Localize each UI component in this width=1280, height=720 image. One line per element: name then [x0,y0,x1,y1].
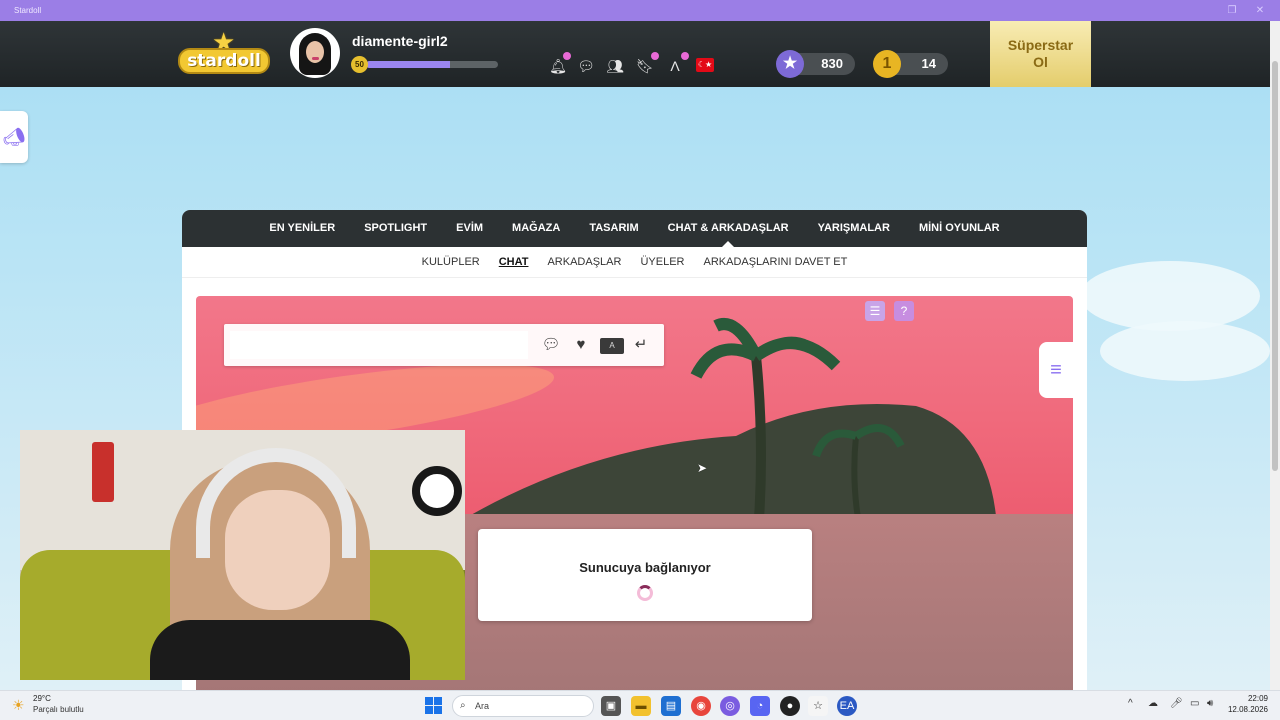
stardollars-value: 830 [821,56,843,71]
webcam-person-shirt [150,620,410,680]
microphone-icon[interactable]: 🎤︎ [1170,698,1183,709]
flag-symbol: ☾★ [697,60,713,69]
level-progress-fill [366,61,451,68]
main-nav: EN YENİLER SPOTLIGHT EVİM MAĞAZA TASARIM CHAT… [182,210,1087,247]
taskbar: ☀ 29°C Parçalı bulutlu ⌕ Ara ▣ ▬ ▤ ◉ ◎ ◔… [0,690,1280,720]
start-tile [434,697,442,705]
main-nav-item[interactable]: CHAT & ARKADAŞLAR [653,210,803,247]
tray-chevron-icon[interactable]: ^ [1128,698,1133,709]
start-tile [425,706,433,714]
window-title: Stardoll [14,6,42,15]
task-view-icon[interactable]: ▣ [601,696,621,716]
main-nav-item[interactable]: SPOTLIGHT [350,210,442,247]
chat-toolbar: 💬︎ ♥ A ↵ [224,324,664,366]
friends-icon[interactable]: 👥︎ [606,57,624,75]
cloud-icon[interactable]: ☁ [1148,698,1158,709]
avatar-lips [312,57,319,60]
ea-app-icon[interactable]: EA [837,696,857,716]
main-nav-item[interactable]: MAĞAZA [498,210,575,247]
weather-icon[interactable]: ☀ [12,697,25,714]
announcement-icon[interactable]: 📣︎ [0,111,28,163]
loading-text: Sunucuya bağlanıyor [579,560,711,575]
avatar[interactable] [290,28,340,78]
windows-start-icon[interactable] [425,697,442,714]
network-icon[interactable]: ▭ [1190,698,1199,709]
main-nav-item[interactable]: MİNİ OYUNLAR [904,210,1014,247]
main-nav-item[interactable]: EVİM [442,210,498,247]
search-icon: ⌕ [460,700,466,711]
weather-description[interactable]: Parçalı bulutlu [33,705,84,714]
page-scrollbar[interactable] [1270,21,1280,690]
notification-dot [563,52,571,60]
close-icon[interactable]: ✕ [1250,0,1270,21]
heart-icon[interactable]: ♥ [570,335,592,355]
scrollbar-thumb[interactable] [1272,61,1278,471]
clock-date[interactable]: 12.08.2026 [1224,705,1268,714]
notification-dot [681,52,689,60]
loading-spinner-icon [637,585,653,601]
chat-input[interactable] [230,331,528,359]
sub-nav-item[interactable]: ARKADAŞLAR [538,256,631,268]
username[interactable]: diamente-girl2 [352,33,448,49]
stardollar-star-icon: ★ [776,50,804,78]
stardoll-app-icon[interactable]: ☆ [808,696,828,716]
keyboard-icon[interactable]: A [600,338,624,354]
bookmark-icon[interactable]: 🔖︎ [636,57,654,75]
start-tile [434,706,442,714]
checklist-icon[interactable]: ☰ [865,301,885,321]
fashion-icon[interactable]: Λ [666,57,684,75]
menu-icon[interactable]: ≡ [1039,342,1073,398]
notification-dot [651,52,659,60]
level-badge: 50 [351,56,368,73]
help-icon[interactable]: ? [894,301,914,321]
sub-nav-item[interactable]: CHAT [489,256,538,268]
chrome-icon[interactable]: ◉ [691,696,711,716]
palm-leaves [690,318,841,379]
main-nav-item[interactable]: YARIŞMALAR [803,210,904,247]
coins-value: 14 [921,56,936,71]
webcam-overlay [20,430,465,680]
discord-icon[interactable]: ◔ [750,696,770,716]
enter-icon[interactable]: ↵ [630,335,652,355]
mouse-cursor-icon: ➤ [697,461,708,475]
sub-nav: KULÜPLER CHAT ARKADAŞLAR ÜYELER ARKADAŞLARIN… [182,247,1087,278]
level-progress-bar [366,61,498,68]
webcam-lantern [92,442,114,502]
file-explorer-icon[interactable]: ▬ [631,696,651,716]
bell-icon[interactable]: 🔔︎ [549,57,567,75]
turkey-flag-icon[interactable]: ☾★ [696,58,714,72]
sub-nav-item[interactable]: ARKADAŞLARINI DAVET ET [694,256,857,268]
logo-text: stardoll [178,48,270,74]
coin-icon: 1 [873,50,901,78]
browser-icon[interactable]: ◎ [720,696,740,716]
window-title-bar: Stardoll [0,0,1280,21]
weather-temperature[interactable]: 29°C [33,694,51,703]
clock-time[interactable]: 22:09 [1244,694,1268,703]
stardoll-logo[interactable]: ★ stardoll [178,29,270,77]
obs-icon[interactable]: ● [780,696,800,716]
site-header: ★ stardoll diamente-girl2 50 🔔︎ 💬︎ 👥︎ 🔖︎… [0,21,1270,87]
taskbar-search[interactable]: ⌕ Ara [452,695,594,717]
loading-dialog: Sunucuya bağlanıyor [478,529,812,621]
search-placeholder: Ara [475,701,490,711]
cloud-decoration [1100,321,1270,381]
main-nav-item[interactable]: TASARIM [575,210,653,247]
webcam-panda-plush [412,466,462,516]
speech-bubble-icon[interactable]: 💬︎ [540,335,562,355]
sub-nav-item[interactable]: KULÜPLER [412,256,489,268]
restore-icon[interactable]: ❐ [1222,0,1242,21]
sub-nav-item[interactable]: ÜYELER [631,256,694,268]
main-nav-item[interactable]: EN YENİLER [255,210,350,247]
store-icon[interactable]: ▤ [661,696,681,716]
superstar-button[interactable]: Süperstar Ol [990,21,1091,87]
chat-bubble-icon[interactable]: 💬︎ [577,57,595,75]
start-tile [425,697,433,705]
volume-icon[interactable]: 🔊︎ [1207,698,1213,709]
